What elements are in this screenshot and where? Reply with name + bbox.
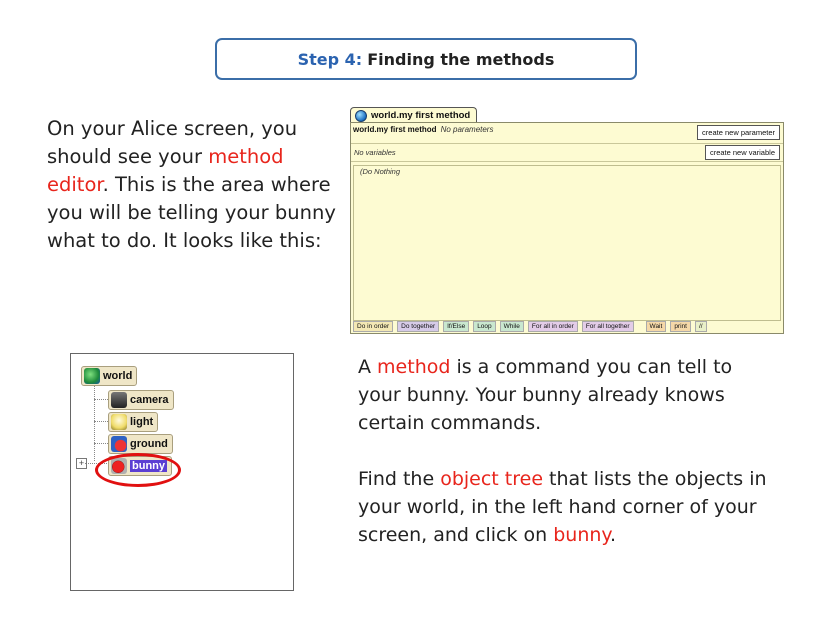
step-label: Step 4: xyxy=(297,49,363,69)
create-variable-button[interactable]: create new variable xyxy=(704,145,780,160)
method-highlight: method xyxy=(377,356,451,378)
tree-item-world[interactable]: world xyxy=(81,366,138,386)
while-tile[interactable]: While xyxy=(499,320,524,332)
no-variables-label: No variables xyxy=(354,148,396,157)
tree-label: world xyxy=(103,370,133,382)
explanation-line: your world, in the left hand corner of y… xyxy=(358,496,757,518)
object-tree-highlight: object tree xyxy=(440,468,544,490)
tree-label: light xyxy=(130,416,154,428)
title-text: Finding the methods xyxy=(367,49,555,69)
explanation-line: Find the object tree that lists the obje… xyxy=(358,468,767,490)
for-all-in-order-tile[interactable]: For all in order xyxy=(527,320,578,332)
explanation-line: your bunny. Your bunny already knows xyxy=(358,384,725,406)
tree-item-ground[interactable]: ground xyxy=(108,434,173,454)
divider xyxy=(351,161,783,162)
intro-line: should see your method xyxy=(47,145,284,168)
method-name: world.my first method xyxy=(353,125,437,134)
lightbulb-icon xyxy=(111,414,127,430)
method-highlight: method xyxy=(208,145,284,168)
method-header: world.my first method No parameters xyxy=(353,125,493,134)
tree-line xyxy=(94,399,108,400)
method-tab[interactable]: world.my first method xyxy=(350,107,478,123)
editor-highlight: editor xyxy=(47,173,103,196)
world-globe-icon xyxy=(84,368,100,384)
intro-paragraph: On your Alice screen, you should see you… xyxy=(47,115,347,255)
tree-label: ground xyxy=(130,438,168,450)
tree-line xyxy=(94,443,108,444)
control-toolbar: Do in order Do together If/Else Loop Whi… xyxy=(353,320,779,332)
expand-icon[interactable]: + xyxy=(76,458,87,469)
explanation-line: A method is a command you can tell to xyxy=(358,356,733,378)
intro-line: On your Alice screen, you xyxy=(47,117,298,140)
tree-line xyxy=(94,385,95,461)
tree-label: camera xyxy=(130,394,169,406)
intro-line: what to do. It looks like this: xyxy=(47,229,322,252)
wait-tile[interactable]: Wait xyxy=(645,320,667,332)
create-parameter-button[interactable]: create new parameter xyxy=(697,125,780,140)
tree-item-camera[interactable]: camera xyxy=(108,390,174,410)
comment-tile[interactable]: // xyxy=(694,320,707,332)
object-tree: world camera light ground + bunny xyxy=(70,353,294,591)
print-tile[interactable]: print xyxy=(670,320,691,332)
if-else-tile[interactable]: If/Else xyxy=(443,320,470,332)
bunny-highlight: bunny xyxy=(553,524,610,546)
method-tab-label: world.my first method xyxy=(371,110,471,121)
camera-icon xyxy=(111,392,127,408)
slide-title: Step 4: Finding the methods xyxy=(215,38,637,80)
method-editor-body: world.my first method No parameters creat… xyxy=(350,122,784,334)
explanation-line: screen, and click on bunny. xyxy=(358,524,617,546)
explanation-line: certain commands. xyxy=(358,412,542,434)
object-ball-icon xyxy=(111,436,127,452)
do-nothing-label: (Do Nothing xyxy=(360,167,401,176)
highlight-circle xyxy=(95,453,181,487)
do-together-tile[interactable]: Do together xyxy=(397,320,440,332)
tree-item-light[interactable]: light xyxy=(108,412,159,432)
method-code-area[interactable]: (Do Nothing xyxy=(353,165,781,321)
explanation-paragraph: A method is a command you can tell to yo… xyxy=(358,353,788,549)
world-globe-icon xyxy=(355,109,367,122)
do-in-order-tile[interactable]: Do in order xyxy=(353,320,394,332)
for-all-together-tile[interactable]: For all together xyxy=(581,320,634,332)
no-parameters-label: No parameters xyxy=(440,125,494,134)
method-editor: world.my first method world.my first met… xyxy=(350,107,784,334)
intro-line: editor. This is the area where xyxy=(47,173,331,196)
tree-line xyxy=(94,421,108,422)
divider xyxy=(351,143,783,144)
loop-tile[interactable]: Loop xyxy=(473,320,496,332)
intro-line: you will be telling your bunny xyxy=(47,201,336,224)
